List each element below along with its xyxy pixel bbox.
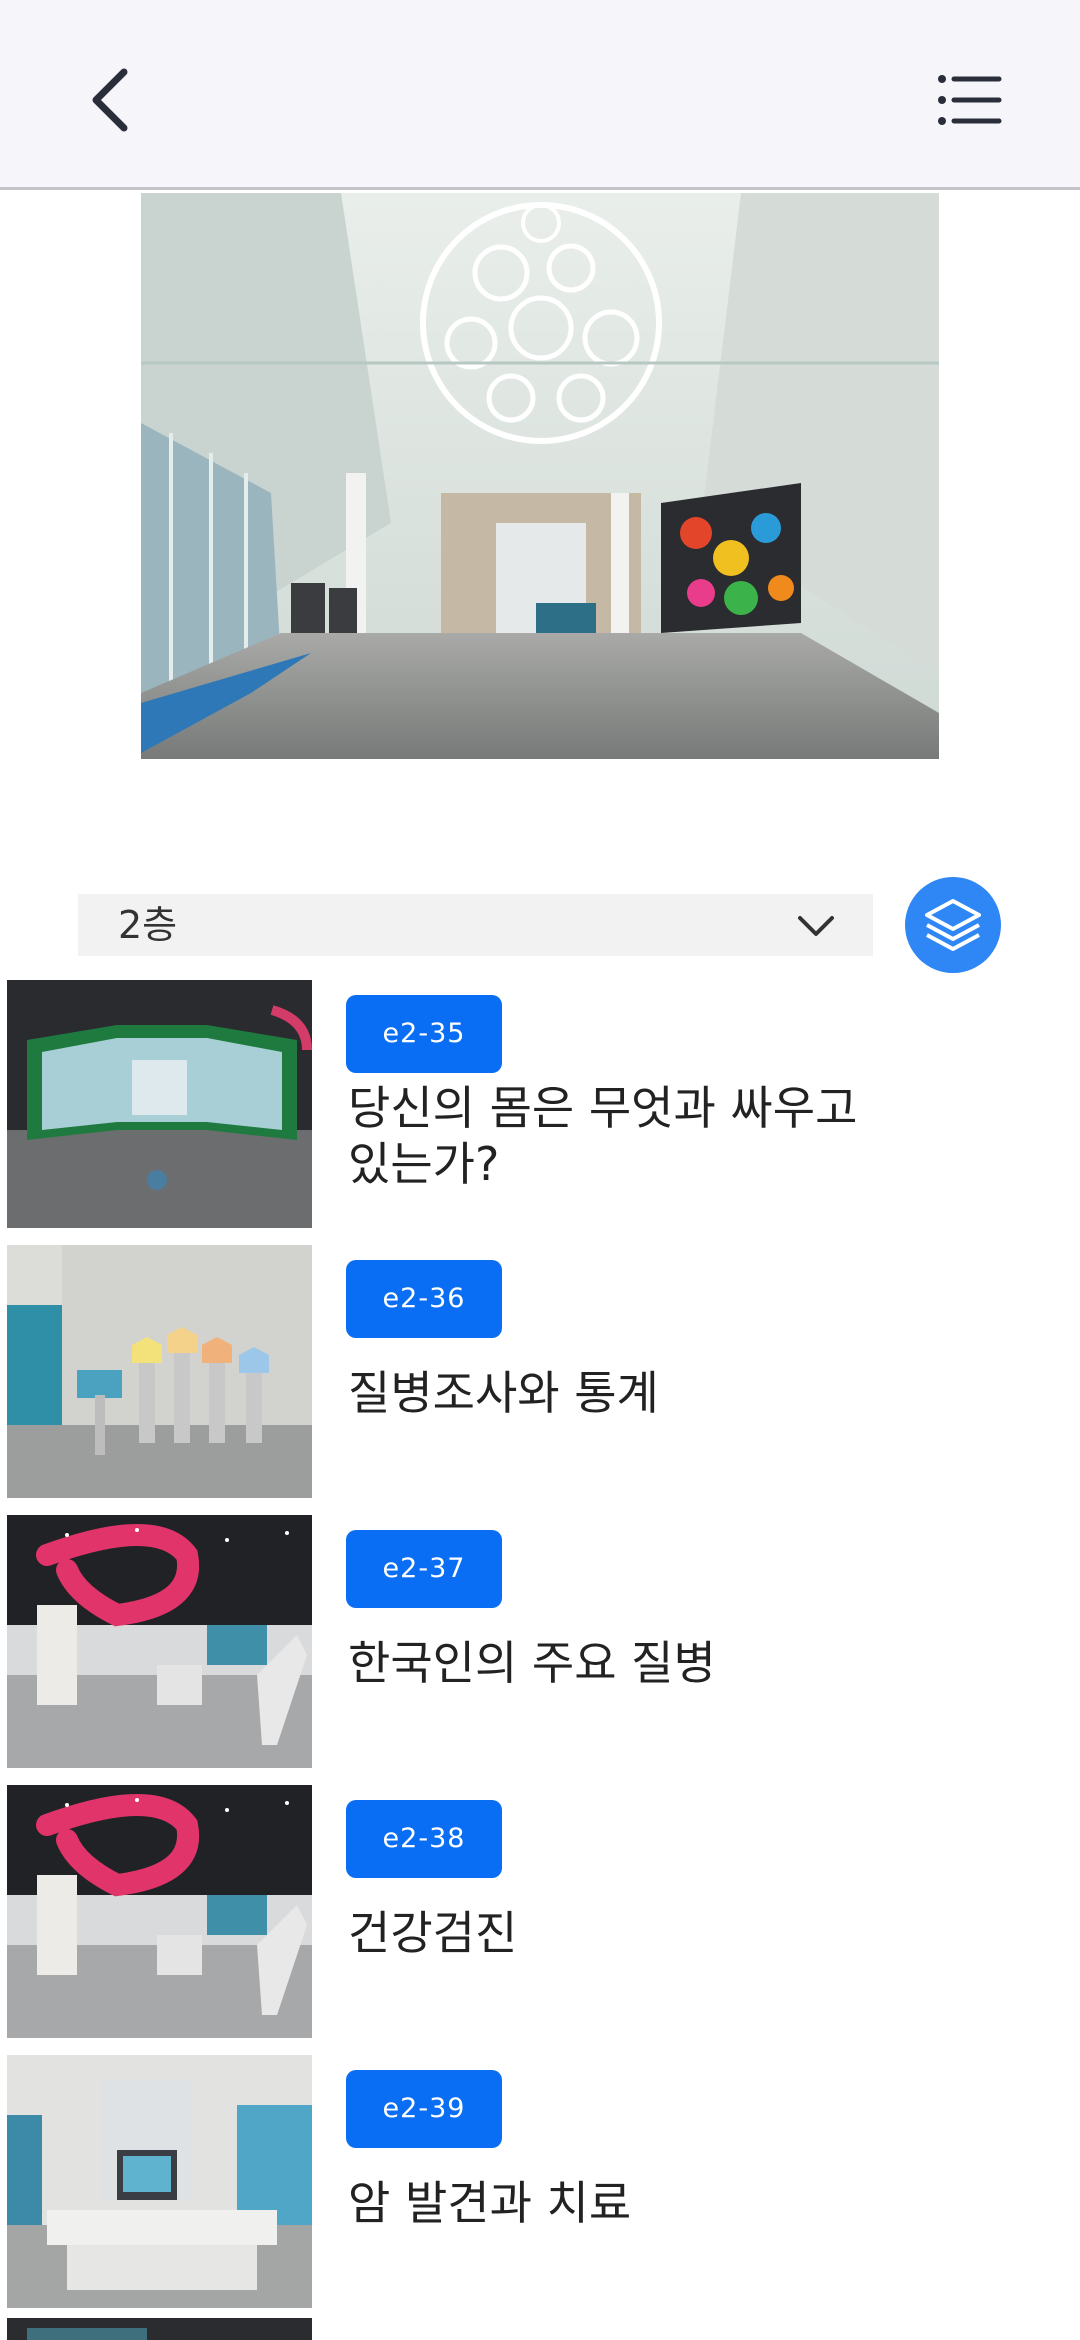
exhibit-code-badge: e2-39	[346, 2070, 502, 2148]
exhibit-thumbnail	[7, 1245, 312, 1498]
exhibit-thumbnail	[7, 2318, 312, 2340]
exhibit-title: 당신의 몸은 무엇과 싸우고 있는가?	[348, 1081, 858, 1191]
exhibit-title: 질병조사와 통계	[348, 1366, 659, 1420]
exhibit-thumbnail	[7, 1515, 312, 1768]
list-item[interactable]: e2-37 한국인의 주요 질병	[0, 1515, 1080, 1768]
top-app-bar	[0, 0, 1080, 190]
exhibit-title: 건강검진	[348, 1906, 518, 1960]
back-button[interactable]	[70, 55, 150, 145]
hero-lobby-photo	[141, 193, 939, 759]
exhibit-code-badge: e2-35	[346, 995, 502, 1073]
menu-button[interactable]	[925, 60, 1015, 140]
floor-dropdown[interactable]: 2층	[78, 894, 873, 956]
list-item[interactable]: e2-39 암 발견과 치료	[0, 2055, 1080, 2308]
exhibit-title: 암 발견과 치료	[348, 2176, 632, 2230]
list-item[interactable]: e2-36 질병조사와 통계	[0, 1245, 1080, 1498]
chevron-left-icon	[92, 68, 128, 132]
exhibit-code-badge: e2-36	[346, 1260, 502, 1338]
floor-dropdown-value: 2층	[118, 903, 178, 947]
chevron-down-icon	[798, 916, 834, 936]
exhibit-title: 한국인의 주요 질병	[348, 1636, 716, 1690]
layers-icon	[925, 899, 981, 951]
list-item[interactable]	[0, 2318, 1080, 2340]
list-item[interactable]: e2-38 건강검진	[0, 1785, 1080, 2038]
list-item[interactable]: e2-35 당신의 몸은 무엇과 싸우고 있는가?	[0, 980, 1080, 1233]
exhibit-code-badge: e2-37	[346, 1530, 502, 1608]
list-menu-icon	[938, 75, 1002, 125]
layers-button[interactable]	[905, 877, 1001, 973]
exhibit-thumbnail	[7, 1785, 312, 2038]
exhibit-code-badge: e2-38	[346, 1800, 502, 1878]
exhibit-thumbnail	[7, 980, 312, 1228]
exhibit-list-screen: 2층 e2-35 당신의 몸은 무엇과 싸우고 있는가? e2-36 질병조사와…	[0, 0, 1080, 2340]
exhibit-thumbnail	[7, 2055, 312, 2308]
